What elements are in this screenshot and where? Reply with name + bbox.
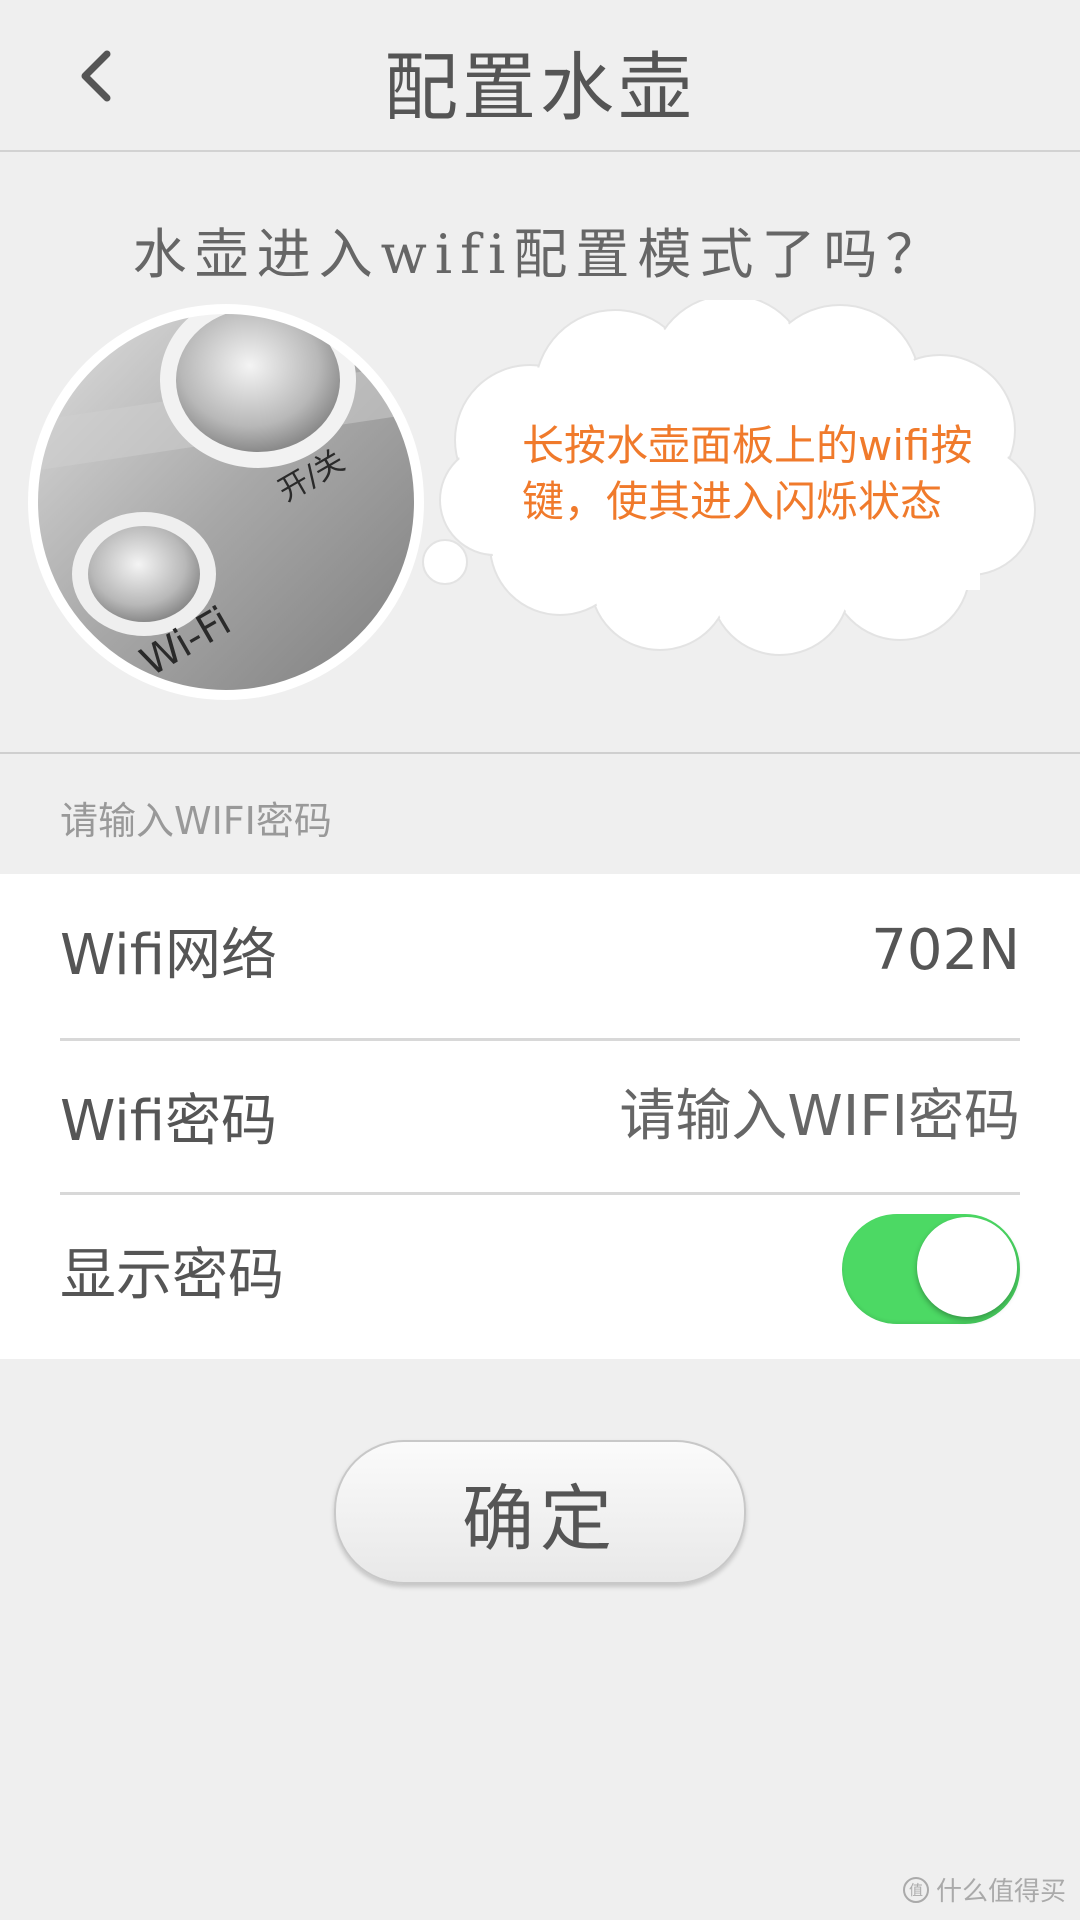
svg-text:值: 值 xyxy=(909,1883,923,1899)
network-row[interactable]: Wifi网络 702N xyxy=(60,874,1020,1026)
password-input[interactable] xyxy=(560,1083,1020,1149)
confirm-button[interactable]: 确定 xyxy=(334,1440,746,1584)
show-password-label: 显示密码 xyxy=(60,1242,284,1308)
top-bar: 配置水壶 xyxy=(0,0,1080,152)
section-label: 请输入WIFI密码 xyxy=(60,799,332,843)
password-row: Wifi密码 xyxy=(60,1040,1020,1192)
wifi-mode-question: 水壶进入wifi配置模式了吗？ xyxy=(132,223,948,286)
toggle-knob xyxy=(917,1217,1017,1317)
show-password-toggle[interactable] xyxy=(842,1214,1020,1324)
password-label: Wifi密码 xyxy=(60,1088,277,1154)
watermark-text: 什么值得买 xyxy=(935,1877,1066,1907)
bubble-instruction: 长按水壶面板上的wifi按键，使其进入闪烁状态 xyxy=(522,421,973,526)
watermark-logo-icon: 值 xyxy=(902,1876,929,1903)
wifi-form-card: Wifi网络 702N Wifi密码 显示密码 xyxy=(0,874,1080,1359)
watermark: 值 什么值得买 xyxy=(902,1871,1066,1908)
divider xyxy=(0,752,1080,754)
network-label: Wifi网络 xyxy=(60,922,277,988)
kettle-panel-photo: 开/关 Wi-Fi xyxy=(28,304,424,700)
network-value: 702N xyxy=(871,917,1020,983)
page-title: 配置水壶 xyxy=(384,45,696,131)
